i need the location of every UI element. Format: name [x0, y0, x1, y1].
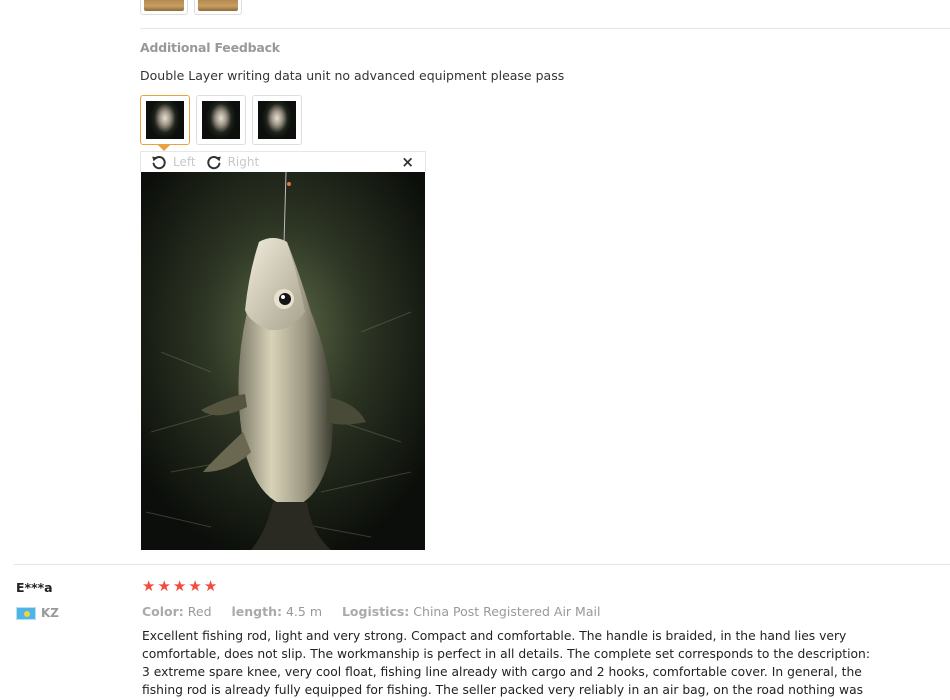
- thumbnail-image: [258, 101, 296, 139]
- rotate-left-icon: [152, 156, 166, 170]
- reviewer-name: E***a: [16, 580, 53, 595]
- color-key: Color:: [142, 604, 184, 619]
- previous-review-thumbnails: [140, 0, 242, 15]
- logistics-key: Logistics:: [341, 604, 410, 619]
- length-key: length:: [231, 604, 282, 619]
- rotate-left-button[interactable]: Left: [151, 154, 196, 170]
- thumbnail-image: [144, 0, 184, 11]
- reviewer-country: KZ: [41, 606, 59, 620]
- enlarged-photo: [141, 172, 425, 550]
- star-icon: ★: [157, 577, 171, 595]
- fish-photo-illustration: [141, 172, 425, 550]
- thumbnail-image: [198, 0, 238, 11]
- star-rating: ★ ★ ★ ★ ★: [142, 579, 217, 594]
- rotate-right-label: Right: [227, 155, 260, 169]
- order-attributes: Color: Red length: 4.5 m Logistics: Chin…: [142, 604, 600, 619]
- star-icon: ★: [172, 577, 187, 595]
- kazakhstan-flag-icon: [16, 607, 36, 620]
- star-icon: ★: [203, 577, 218, 595]
- previous-review-thumbnail[interactable]: [140, 0, 188, 15]
- rotate-right-icon: [206, 156, 221, 170]
- additional-feedback-text: Double Layer writing data unit no advanc…: [140, 68, 565, 83]
- section-divider: [140, 28, 950, 29]
- logistics-value: China Post Registered Air Mail: [413, 604, 601, 619]
- image-viewer-toolbar: Left Right ×: [140, 151, 426, 172]
- feedback-thumbnail-2[interactable]: [196, 95, 246, 145]
- feedback-thumbnails: [140, 95, 302, 151]
- review-divider: [14, 564, 950, 565]
- star-icon: ★: [142, 577, 156, 595]
- feedback-thumbnail-1[interactable]: [140, 95, 190, 151]
- star-icon: ★: [188, 577, 202, 595]
- close-viewer-icon[interactable]: ×: [401, 153, 414, 171]
- review-body: Excellent fishing rod, light and very st…: [142, 629, 870, 697]
- additional-feedback-title: Additional Feedback: [140, 40, 280, 55]
- rotate-right-button[interactable]: Right: [206, 154, 260, 170]
- color-value: Red: [187, 604, 212, 619]
- rotate-left-label: Left: [173, 155, 196, 169]
- thumbnail-image: [202, 101, 240, 139]
- thumbnail-image: [146, 101, 184, 139]
- previous-review-thumbnail[interactable]: [194, 0, 242, 15]
- feedback-thumbnail-3[interactable]: [252, 95, 302, 145]
- length-value: 4.5 m: [285, 604, 322, 619]
